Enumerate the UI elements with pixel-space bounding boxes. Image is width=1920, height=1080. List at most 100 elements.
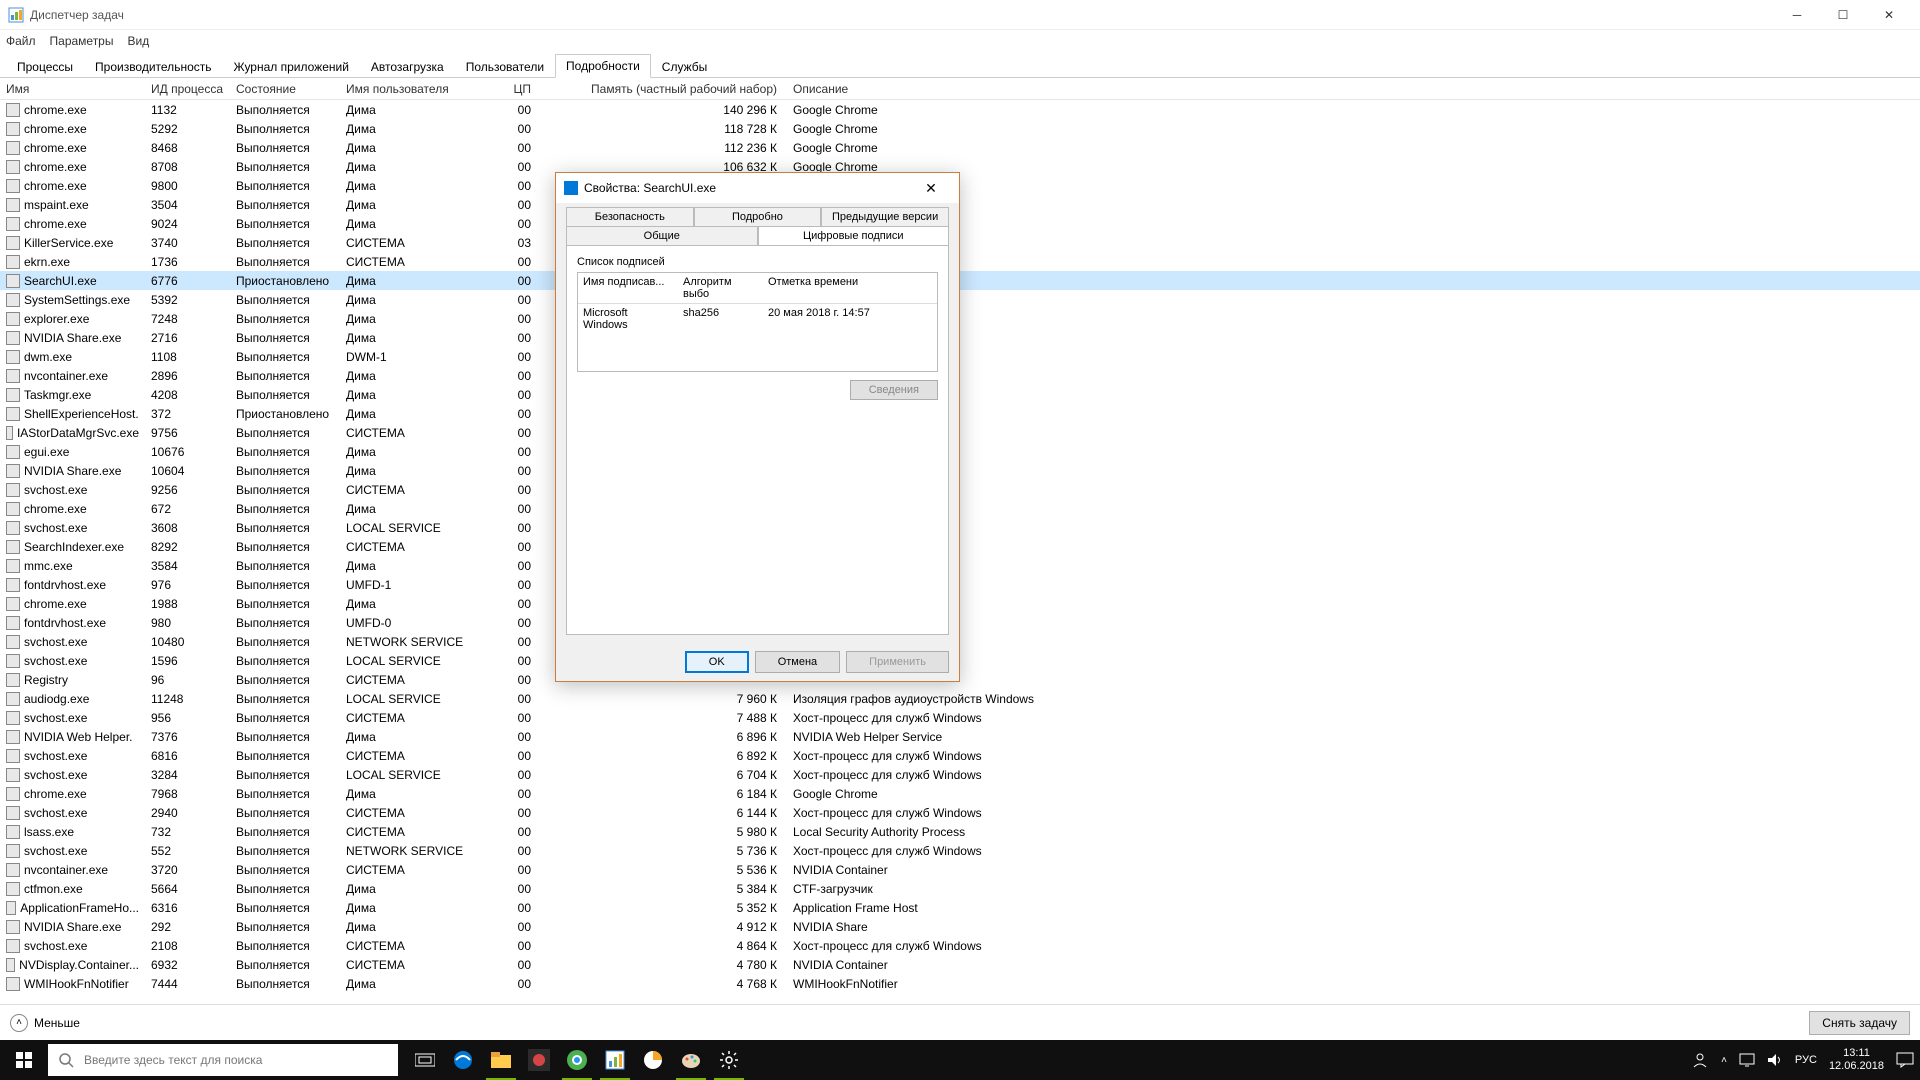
table-row[interactable]: chrome.exe1988ВыполняетсяДима00 — [0, 594, 1920, 613]
signature-row[interactable]: Microsoft Windows sha256 20 мая 2018 г. … — [578, 304, 937, 334]
dialog-ok-button[interactable]: OK — [685, 651, 749, 673]
table-row[interactable]: svchost.exe552ВыполняетсяNETWORK SERVICE… — [0, 841, 1920, 860]
dlg-tab-previous[interactable]: Предыдущие версии — [821, 207, 949, 226]
table-row[interactable]: nvcontainer.exe3720ВыполняетсяСИСТЕМА005… — [0, 860, 1920, 879]
table-row[interactable]: svchost.exe3608ВыполняетсяLOCAL SERVICE0… — [0, 518, 1920, 537]
col-state[interactable]: Состояние — [230, 82, 340, 96]
table-row[interactable]: dwm.exe1108ВыполняетсяDWM-100 — [0, 347, 1920, 366]
col-pid[interactable]: ИД процесса — [145, 82, 230, 96]
table-row[interactable]: chrome.exe9800ВыполняетсяДима00 — [0, 176, 1920, 195]
taskbar-explorer[interactable] — [482, 1040, 520, 1080]
table-row[interactable]: Registry96ВыполняетсяСИСТЕМА00 — [0, 670, 1920, 689]
table-row[interactable]: NVDisplay.Container...6932ВыполняетсяСИС… — [0, 955, 1920, 974]
table-row[interactable]: NVIDIA Web Helper.7376ВыполняетсяДима006… — [0, 727, 1920, 746]
table-row[interactable]: SystemSettings.exe5392ВыполняетсяДима00 — [0, 290, 1920, 309]
table-row[interactable]: svchost.exe10480ВыполняетсяNETWORK SERVI… — [0, 632, 1920, 651]
dlg-tab-signatures[interactable]: Цифровые подписи — [758, 226, 950, 245]
table-header[interactable]: Имя ИД процесса Состояние Имя пользовате… — [0, 78, 1920, 100]
table-row[interactable]: svchost.exe2108ВыполняетсяСИСТЕМА004 864… — [0, 936, 1920, 955]
table-row[interactable]: lsass.exe732ВыполняетсяСИСТЕМА005 980 КL… — [0, 822, 1920, 841]
table-row[interactable]: Taskmgr.exe4208ВыполняетсяДима00 — [0, 385, 1920, 404]
col-user[interactable]: Имя пользователя — [340, 82, 485, 96]
table-row[interactable]: svchost.exe956ВыполняетсяСИСТЕМА007 488 … — [0, 708, 1920, 727]
dialog-apply-button[interactable]: Применить — [846, 651, 949, 673]
table-row[interactable]: svchost.exe2940ВыполняетсяСИСТЕМА006 144… — [0, 803, 1920, 822]
tab-3[interactable]: Автозагрузка — [360, 55, 455, 78]
table-row[interactable]: audiodg.exe11248ВыполняетсяLOCAL SERVICE… — [0, 689, 1920, 708]
taskbar-paint[interactable] — [672, 1040, 710, 1080]
table-row[interactable]: chrome.exe8708ВыполняетсяДима00106 632 К… — [0, 157, 1920, 176]
table-row[interactable]: ApplicationFrameHo...6316ВыполняетсяДима… — [0, 898, 1920, 917]
table-row[interactable]: SearchUI.exe6776ПриостановленоДима00 — [0, 271, 1920, 290]
taskbar-app-2[interactable] — [634, 1040, 672, 1080]
table-row[interactable]: NVIDIA Share.exe292ВыполняетсяДима004 91… — [0, 917, 1920, 936]
table-row[interactable]: svchost.exe3284ВыполняетсяLOCAL SERVICE0… — [0, 765, 1920, 784]
col-desc[interactable]: Описание — [787, 82, 1920, 96]
sig-col-name[interactable]: Имя подписав... — [578, 273, 678, 303]
table-row[interactable]: chrome.exe7968ВыполняетсяДима006 184 КGo… — [0, 784, 1920, 803]
table-row[interactable]: mmc.exe3584ВыполняетсяДима00 — [0, 556, 1920, 575]
tray-language[interactable]: РУС — [1795, 1054, 1817, 1066]
table-row[interactable]: chrome.exe8468ВыполняетсяДима00112 236 К… — [0, 138, 1920, 157]
table-row[interactable]: ekrn.exe1736ВыполняетсяСИСТЕМА00 — [0, 252, 1920, 271]
taskbar-app-1[interactable] — [520, 1040, 558, 1080]
table-row[interactable]: chrome.exe1132ВыполняетсяДима00140 296 К… — [0, 100, 1920, 119]
dialog-cancel-button[interactable]: Отмена — [755, 651, 840, 673]
tray-chevron-up-icon[interactable]: ˄ — [1721, 1055, 1727, 1066]
table-row[interactable]: chrome.exe672ВыполняетсяДима00 — [0, 499, 1920, 518]
tab-2[interactable]: Журнал приложений — [223, 55, 360, 78]
signature-table[interactable]: Имя подписав... Алгоритм выбо Отметка вр… — [577, 272, 938, 372]
menu-file[interactable]: Файл — [6, 34, 36, 48]
table-row[interactable]: nvcontainer.exe2896ВыполняетсяДима00 — [0, 366, 1920, 385]
fewer-details[interactable]: ˄ Меньше — [10, 1014, 80, 1032]
table-row[interactable]: fontdrvhost.exe980ВыполняетсяUMFD-000 — [0, 613, 1920, 632]
maximize-button[interactable]: ☐ — [1820, 0, 1866, 30]
start-button[interactable] — [0, 1040, 48, 1080]
taskbar-taskmgr[interactable] — [596, 1040, 634, 1080]
tray-network-icon[interactable] — [1739, 1053, 1755, 1067]
tray-clock[interactable]: 13:11 12.06.2018 — [1829, 1047, 1884, 1073]
sig-col-algo[interactable]: Алгоритм выбо — [678, 273, 763, 303]
table-row[interactable]: KillerService.exe3740ВыполняетсяСИСТЕМА0… — [0, 233, 1920, 252]
table-row[interactable]: NVIDIA Share.exe10604ВыполняетсяДима00 — [0, 461, 1920, 480]
end-task-button[interactable]: Снять задачу — [1809, 1011, 1910, 1035]
table-row[interactable]: NVIDIA Share.exe2716ВыполняетсяДима00 — [0, 328, 1920, 347]
table-row[interactable]: svchost.exe1596ВыполняетсяLOCAL SERVICE0… — [0, 651, 1920, 670]
table-row[interactable]: egui.exe10676ВыполняетсяДима00 — [0, 442, 1920, 461]
tray-people-icon[interactable] — [1691, 1051, 1709, 1069]
dialog-titlebar[interactable]: Свойства: SearchUI.exe ✕ — [556, 173, 959, 203]
taskbar-edge[interactable] — [444, 1040, 482, 1080]
tab-4[interactable]: Пользователи — [455, 55, 555, 78]
table-row[interactable]: svchost.exe6816ВыполняетсяСИСТЕМА006 892… — [0, 746, 1920, 765]
table-row[interactable]: IAStorDataMgrSvc.exe9756ВыполняетсяСИСТЕ… — [0, 423, 1920, 442]
table-row[interactable]: chrome.exe5292ВыполняетсяДима00118 728 К… — [0, 119, 1920, 138]
table-row[interactable]: chrome.exe9024ВыполняетсяДима00 — [0, 214, 1920, 233]
dlg-tab-details[interactable]: Подробно — [694, 207, 822, 226]
tray-notifications-icon[interactable] — [1896, 1052, 1914, 1068]
taskbar-chrome[interactable] — [558, 1040, 596, 1080]
table-row[interactable]: svchost.exe9256ВыполняетсяСИСТЕМА00 — [0, 480, 1920, 499]
table-row[interactable]: fontdrvhost.exe976ВыполняетсяUMFD-100 — [0, 575, 1920, 594]
dialog-close-button[interactable]: ✕ — [911, 180, 951, 197]
dlg-tab-security[interactable]: Безопасность — [566, 207, 694, 226]
taskbar-search[interactable]: Введите здесь текст для поиска — [48, 1044, 398, 1076]
tab-5[interactable]: Подробности — [555, 54, 651, 78]
dlg-tab-general[interactable]: Общие — [566, 226, 758, 245]
sig-col-time[interactable]: Отметка времени — [763, 273, 937, 303]
signature-details-button[interactable]: Сведения — [850, 380, 938, 400]
col-cpu[interactable]: ЦП — [485, 82, 537, 96]
menu-options[interactable]: Параметры — [50, 34, 114, 48]
table-row[interactable]: ShellExperienceHost.372ПриостановленоДим… — [0, 404, 1920, 423]
tab-0[interactable]: Процессы — [6, 55, 84, 78]
taskbar-settings[interactable] — [710, 1040, 748, 1080]
tab-1[interactable]: Производительность — [84, 55, 222, 78]
close-button[interactable]: ✕ — [1866, 0, 1912, 30]
table-row[interactable]: ctfmon.exe5664ВыполняетсяДима005 384 КCT… — [0, 879, 1920, 898]
tab-6[interactable]: Службы — [651, 55, 718, 78]
table-row[interactable]: WMIHookFnNotifier7444ВыполняетсяДима004 … — [0, 974, 1920, 993]
task-view-button[interactable] — [406, 1040, 444, 1080]
minimize-button[interactable]: ─ — [1774, 0, 1820, 30]
table-row[interactable]: SearchIndexer.exe8292ВыполняетсяСИСТЕМА0… — [0, 537, 1920, 556]
col-mem[interactable]: Память (частный рабочий набор) — [537, 82, 787, 96]
table-row[interactable]: mspaint.exe3504ВыполняетсяДима00 — [0, 195, 1920, 214]
